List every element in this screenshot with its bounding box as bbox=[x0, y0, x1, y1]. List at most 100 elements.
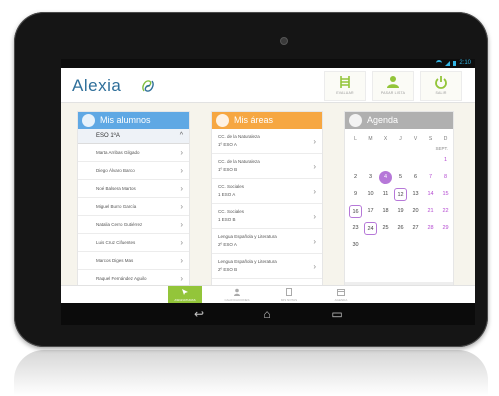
recent-apps-icon[interactable]: ▭ bbox=[329, 307, 345, 321]
ladder-icon bbox=[340, 76, 350, 88]
back-icon[interactable]: ↩ bbox=[191, 307, 207, 321]
calendar-day[interactable]: 4 bbox=[379, 171, 392, 184]
area-subject: CC. de la Naturaleza bbox=[218, 134, 260, 139]
calendar-day[interactable]: 21 bbox=[424, 205, 437, 218]
calendar-empty-cell bbox=[439, 239, 452, 252]
student-row[interactable]: Miguel Burro García › bbox=[78, 198, 189, 216]
calendar-day[interactable]: 12 bbox=[394, 188, 407, 201]
calendar-empty-cell bbox=[394, 154, 407, 167]
student-name: Miguel Burro García bbox=[96, 204, 137, 209]
user-check-icon bbox=[387, 76, 399, 88]
signal-icon bbox=[445, 61, 451, 66]
student-row[interactable]: Marcos Diges Mas › bbox=[78, 252, 189, 270]
area-subject: CC. de la Naturaleza bbox=[218, 159, 260, 164]
calendar-day[interactable]: 28 bbox=[424, 222, 437, 235]
weekday-label: J bbox=[399, 136, 402, 142]
evaluar-button[interactable]: EVALUAR bbox=[324, 71, 366, 101]
student-row[interactable]: Marta Arribas Gilgado › bbox=[78, 144, 189, 162]
pasar-lista-button[interactable]: PASAR LISTA bbox=[372, 71, 414, 101]
calendar-empty-cell bbox=[424, 154, 437, 167]
area-row[interactable]: CC. de la Naturaleza 1º ESO A › bbox=[212, 129, 322, 154]
calendar-grid: 1 2 3 4 5 6 7 8 9 10 11 12 13 14 15 16 17 18 19 20 21 22 23 24 2… bbox=[345, 154, 453, 252]
calendar-day[interactable]: 19 bbox=[394, 205, 407, 218]
calendar-day[interactable]: 30 bbox=[349, 239, 362, 252]
chevron-right-icon: › bbox=[313, 262, 316, 271]
area-subject: CC. Sociales bbox=[218, 209, 245, 214]
student-name: Marcos Diges Mas bbox=[96, 258, 134, 263]
document-icon bbox=[286, 288, 292, 296]
calendar-day[interactable]: 8 bbox=[439, 171, 452, 184]
evaluar-label: EVALUAR bbox=[336, 91, 354, 95]
area-group: 1º ESO A bbox=[218, 142, 237, 147]
camera-icon bbox=[280, 37, 288, 45]
calendar-day[interactable]: 10 bbox=[364, 188, 377, 201]
calendar-day[interactable]: 23 bbox=[349, 222, 362, 235]
calendar-day[interactable]: 16 bbox=[349, 205, 362, 218]
tab-label: MIS NOTAS bbox=[280, 298, 298, 302]
wifi-icon bbox=[436, 60, 443, 67]
calendar-day[interactable]: 26 bbox=[394, 222, 407, 235]
chevron-right-icon: › bbox=[180, 202, 183, 211]
home-icon[interactable]: ⌂ bbox=[259, 307, 275, 321]
student-row[interactable]: Natalia Cerro Gutiérrez › bbox=[78, 216, 189, 234]
person-icon bbox=[234, 288, 240, 296]
calendar-day[interactable]: 20 bbox=[409, 205, 422, 218]
calendar-day[interactable]: 11 bbox=[379, 188, 392, 201]
student-row[interactable]: Diego Álvaro Barco › bbox=[78, 162, 189, 180]
tab-label: ASIGNATURAS bbox=[174, 298, 196, 302]
calendar-day[interactable]: 18 bbox=[379, 205, 392, 218]
calendar-day[interactable]: 2 bbox=[349, 171, 362, 184]
weekday-label: L bbox=[354, 136, 357, 142]
tab-asignaturas[interactable]: ASIGNATURAS bbox=[168, 286, 202, 304]
area-subject: Lengua Española y Literatura bbox=[218, 259, 277, 264]
app-header: Alexia EVALUAR PASAR LISTA SALIR bbox=[61, 68, 475, 103]
area-row[interactable]: CC. Sociales 1 ESO A › bbox=[212, 179, 322, 204]
calendar-day[interactable]: 6 bbox=[409, 171, 422, 184]
calendar-empty-cell bbox=[394, 239, 407, 252]
calendar-day[interactable]: 15 bbox=[439, 188, 452, 201]
calendar-day[interactable]: 9 bbox=[349, 188, 362, 201]
chevron-right-icon: › bbox=[313, 162, 316, 171]
calendar-day[interactable]: 3 bbox=[364, 171, 377, 184]
calendar-day[interactable]: 24 bbox=[364, 222, 377, 235]
student-row[interactable]: Luis Cruz Cifuentes › bbox=[78, 234, 189, 252]
app-logo: Alexia bbox=[72, 76, 122, 95]
salir-button[interactable]: SALIR bbox=[420, 71, 462, 101]
calendar-day[interactable]: 25 bbox=[379, 222, 392, 235]
tab-label: AGENDA bbox=[334, 298, 348, 302]
calendar-day[interactable]: 27 bbox=[409, 222, 422, 235]
calendar-day[interactable]: 13 bbox=[409, 188, 422, 201]
calendar-month: SEPT. bbox=[435, 146, 448, 151]
agenda-header: Agenda bbox=[345, 112, 453, 129]
chevron-right-icon: › bbox=[313, 187, 316, 196]
power-icon bbox=[435, 76, 447, 89]
area-row[interactable]: CC. de la Naturaleza 1º ESO B › bbox=[212, 154, 322, 179]
tab-agenda[interactable]: AGENDA bbox=[324, 286, 358, 304]
calendar-day[interactable]: 17 bbox=[364, 205, 377, 218]
student-row[interactable]: Noé Balsera Martos › bbox=[78, 180, 189, 198]
tab-mis-notas[interactable]: MIS NOTAS bbox=[272, 286, 306, 304]
calendar-day[interactable]: 29 bbox=[439, 222, 452, 235]
tablet-reflection bbox=[14, 350, 488, 396]
weekday-label: V bbox=[413, 136, 418, 142]
area-row[interactable]: Lengua Española y Literatura 2º ESO A › bbox=[212, 229, 322, 254]
areas-header: Mis áreas bbox=[212, 112, 322, 129]
student-name: Natalia Cerro Gutiérrez bbox=[96, 222, 143, 227]
chevron-right-icon: › bbox=[180, 238, 183, 247]
calendar-day[interactable]: 1 bbox=[439, 154, 452, 167]
tab-calificaciones[interactable]: CALIFICACIONES bbox=[220, 286, 254, 304]
area-row[interactable]: CC. Sociales 1 ESO B › bbox=[212, 204, 322, 229]
calendar-icon bbox=[337, 289, 345, 296]
calendar-day[interactable]: 7 bbox=[424, 171, 437, 184]
calendar-empty-cell bbox=[379, 239, 392, 252]
group-selector[interactable]: ESO 1ºA ^ bbox=[78, 129, 189, 144]
area-group: 2º ESO B bbox=[218, 267, 238, 272]
area-row[interactable]: Lengua Española y Literatura 2º ESO B › bbox=[212, 254, 322, 279]
chevron-right-icon: › bbox=[313, 212, 316, 221]
student-name: Diego Álvaro Barco bbox=[96, 168, 135, 173]
calendar-day[interactable]: 5 bbox=[394, 171, 407, 184]
weekday-label: M bbox=[368, 136, 373, 142]
calendar-day[interactable]: 14 bbox=[424, 188, 437, 201]
calendar-day[interactable]: 22 bbox=[439, 205, 452, 218]
bottom-tab-bar: ASIGNATURAS CALIFICACIONES MIS NOTAS AGE… bbox=[61, 285, 475, 304]
